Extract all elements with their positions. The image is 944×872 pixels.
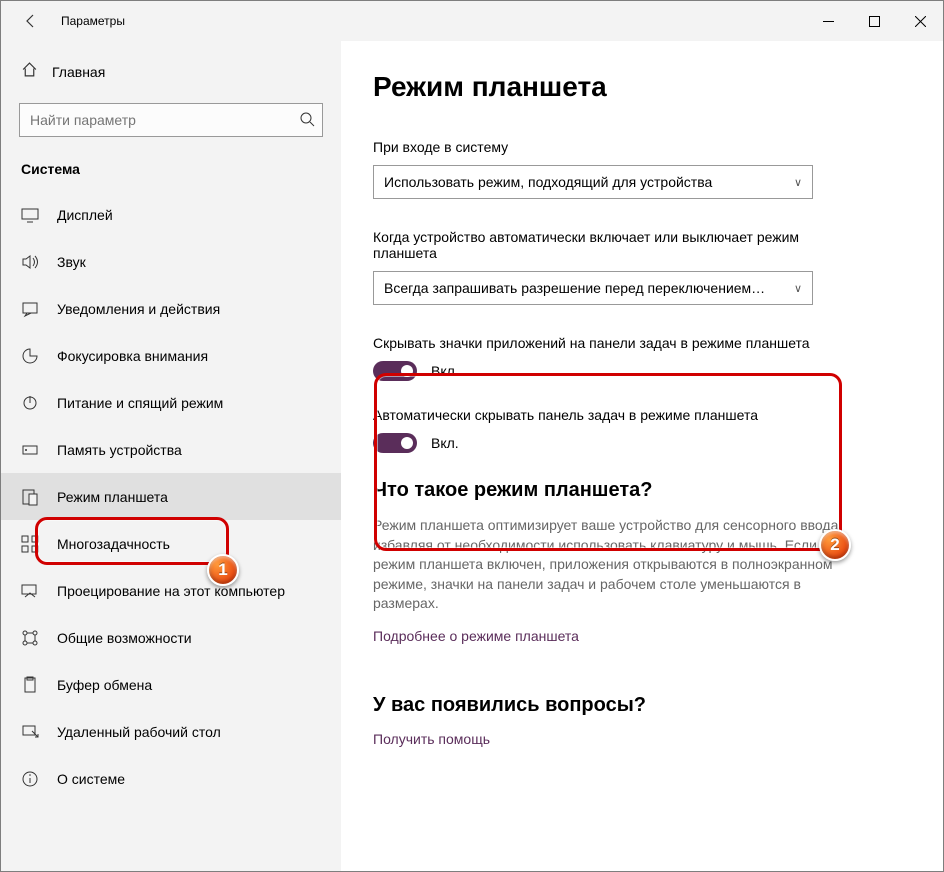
sound-icon (21, 253, 39, 271)
signin-label: При входе в систему (373, 139, 903, 155)
signin-dropdown[interactable]: Использовать режим, подходящий для устро… (373, 165, 813, 199)
about-link[interactable]: Подробнее о режиме планшета (373, 628, 579, 644)
notification-icon (21, 300, 39, 318)
chevron-down-icon: ∨ (794, 282, 802, 295)
nav-clipboard[interactable]: Буфер обмена (1, 661, 341, 708)
focus-icon (21, 347, 39, 365)
sidebar-category: Система (1, 155, 341, 191)
nav-projecting[interactable]: Проецирование на этот компьютер (1, 567, 341, 614)
nav-remote[interactable]: Удаленный рабочий стол (1, 708, 341, 755)
maximize-button[interactable] (851, 1, 897, 41)
auto-switch-dropdown[interactable]: Всегда запрашивать разрешение перед пере… (373, 271, 813, 305)
search-icon (299, 111, 315, 132)
toggle-state: Вкл. (431, 435, 459, 451)
help-link[interactable]: Получить помощь (373, 731, 490, 747)
nav-label: Дисплей (57, 207, 113, 223)
content-pane: Режим планшета При входе в систему Испол… (341, 41, 943, 871)
window-controls (805, 1, 943, 41)
home-link[interactable]: Главная (1, 51, 341, 93)
remote-icon (21, 723, 39, 741)
chevron-down-icon: ∨ (794, 176, 802, 189)
dropdown-value: Использовать режим, подходящий для устро… (384, 174, 712, 190)
dropdown-value: Всегда запрашивать разрешение перед пере… (384, 280, 765, 296)
nav-sound[interactable]: Звук (1, 238, 341, 285)
toggle-hide-icons[interactable] (373, 361, 417, 381)
auto-switch-label: Когда устройство автоматически включает … (373, 229, 813, 261)
settings-window: Параметры Главная Система (0, 0, 944, 872)
nav-label: Память устройства (57, 442, 182, 458)
display-icon (21, 206, 39, 224)
sidebar: Главная Система Дисплей Звук Уведомления… (1, 41, 341, 871)
home-label: Главная (52, 64, 105, 80)
nav-tablet-mode[interactable]: Режим планшета (1, 473, 341, 520)
nav-label: Буфер обмена (57, 677, 152, 693)
toggle-hide-taskbar-label: Автоматически скрывать панель задач в ре… (373, 407, 833, 423)
nav-label: Проецирование на этот компьютер (57, 583, 285, 599)
storage-icon (21, 441, 39, 459)
nav-storage[interactable]: Память устройства (1, 426, 341, 473)
search-input[interactable] (19, 103, 323, 137)
nav-power[interactable]: Питание и спящий режим (1, 379, 341, 426)
nav-label: Фокусировка внимания (57, 348, 208, 364)
about-description: Режим планшета оптимизирует ваше устройс… (373, 516, 863, 614)
nav-label: О системе (57, 771, 125, 787)
project-icon (21, 582, 39, 600)
nav-focus[interactable]: Фокусировка внимания (1, 332, 341, 379)
about-heading: Что такое режим планшета? (373, 479, 903, 502)
nav-label: Питание и спящий режим (57, 395, 223, 411)
minimize-button[interactable] (805, 1, 851, 41)
back-button[interactable] (11, 1, 51, 41)
search-box[interactable] (19, 103, 323, 137)
nav-label: Удаленный рабочий стол (57, 724, 221, 740)
nav-display[interactable]: Дисплей (1, 191, 341, 238)
nav-label: Режим планшета (57, 489, 168, 505)
annotation-badge-2: 2 (819, 529, 851, 561)
multitask-icon (21, 535, 39, 553)
annotation-badge-1: 1 (207, 554, 239, 586)
about-icon (21, 770, 39, 788)
page-heading: Режим планшета (373, 71, 903, 103)
toggle-hide-taskbar[interactable] (373, 433, 417, 453)
toggle-state: Вкл. (431, 363, 459, 379)
close-button[interactable] (897, 1, 943, 41)
nav-notifications[interactable]: Уведомления и действия (1, 285, 341, 332)
nav-about[interactable]: О системе (1, 755, 341, 802)
tablet-icon (21, 488, 39, 506)
clipboard-icon (21, 676, 39, 694)
nav-multitask[interactable]: Многозадачность (1, 520, 341, 567)
nav-label: Уведомления и действия (57, 301, 220, 317)
nav-label: Многозадачность (57, 536, 170, 552)
titlebar: Параметры (1, 1, 943, 41)
help-heading: У вас появились вопросы? (373, 694, 903, 717)
nav-label: Звук (57, 254, 86, 270)
nav-label: Общие возможности (57, 630, 192, 646)
home-icon (21, 61, 38, 83)
window-title: Параметры (61, 14, 125, 28)
nav-shared[interactable]: Общие возможности (1, 614, 341, 661)
power-icon (21, 394, 39, 412)
toggle-hide-icons-label: Скрывать значки приложений на панели зад… (373, 335, 813, 351)
shared-icon (21, 629, 39, 647)
